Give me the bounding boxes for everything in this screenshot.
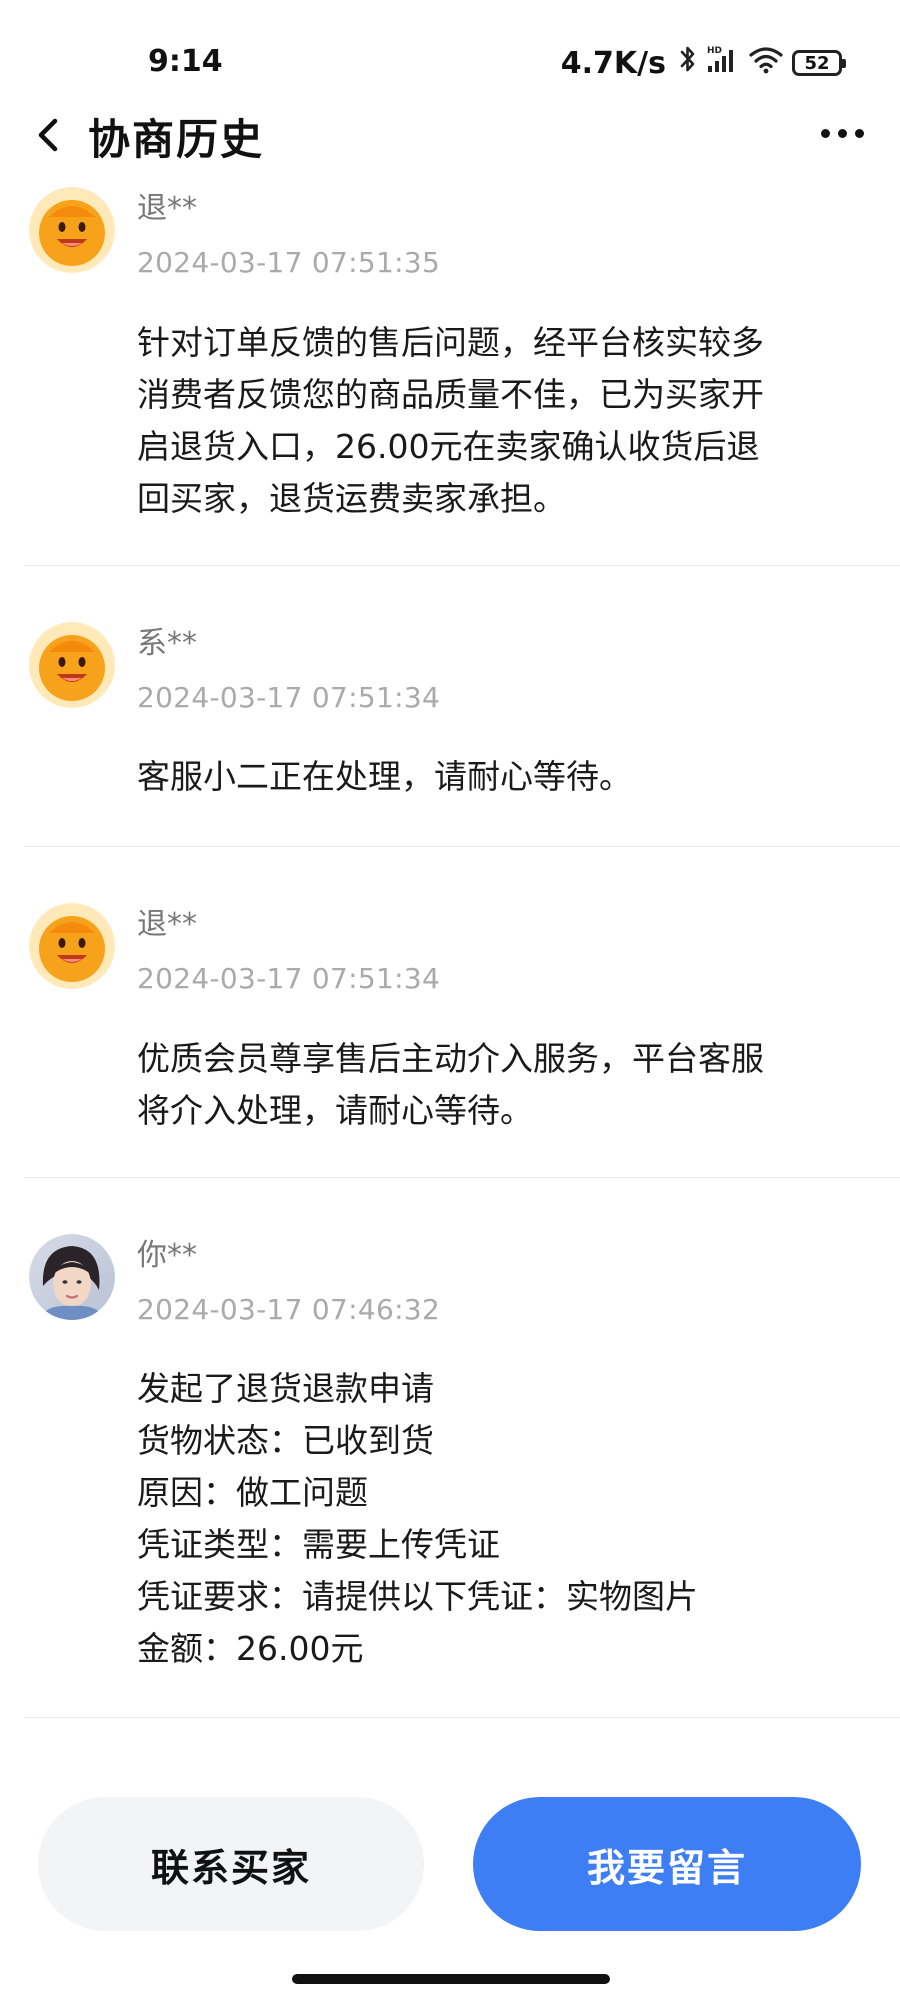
message-line: 启退货入口，26.00元在卖家确认收货后退	[137, 427, 760, 466]
divider	[24, 1177, 900, 1178]
message-line: 凭证要求：请提供以下凭证：实物图片	[137, 1577, 698, 1616]
divider	[24, 565, 900, 566]
back-button[interactable]	[30, 112, 74, 158]
timestamp: 2024-03-17 07:51:35	[137, 246, 441, 279]
net-speed: 4.7K/s	[560, 45, 666, 81]
contact-buyer-button[interactable]: 联系买家	[38, 1797, 424, 1931]
more-horizontal-icon	[820, 128, 830, 138]
leave-message-button[interactable]: 我要留言	[473, 1797, 861, 1931]
message-line: 金额：26.00元	[137, 1629, 364, 1668]
page-header: 协商历史	[0, 100, 900, 170]
avatar	[29, 622, 115, 708]
battery-level: 52	[804, 52, 830, 74]
avatar	[29, 1234, 115, 1320]
wifi-icon	[748, 44, 784, 82]
status-icons: 4.7K/s HD 52	[560, 44, 846, 82]
chevron-left-icon	[38, 118, 58, 152]
sender-name: 退**	[137, 191, 197, 226]
sender-name: 你**	[137, 1238, 197, 1273]
timestamp: 2024-03-17 07:46:32	[137, 1293, 441, 1326]
hd-signal-icon: HD	[706, 44, 740, 82]
message-text: 针对订单反馈的售后问题，经平台核实较多 消费者反馈您的商品质量不佳，已为买家开 …	[137, 317, 870, 525]
avatar	[29, 903, 115, 989]
message-text: 发起了退货退款申请 货物状态：已收到货 原因：做工问题 凭证类型：需要上传凭证 …	[137, 1363, 870, 1675]
bluetooth-icon	[678, 44, 698, 82]
divider	[24, 1717, 900, 1718]
svg-text:HD: HD	[707, 46, 722, 56]
timestamp: 2024-03-17 07:51:34	[137, 681, 441, 714]
sender-name: 退**	[137, 907, 197, 942]
orange-mascot-avatar-icon	[29, 622, 115, 708]
page-title: 协商历史	[88, 115, 265, 164]
orange-mascot-avatar-icon	[29, 187, 115, 273]
message-line: 发起了退货退款申请	[137, 1369, 434, 1408]
divider	[24, 846, 900, 847]
status-bar: 9:14 4.7K/s HD 52	[0, 0, 900, 110]
message-text: 客服小二正在处理，请耐心等待。	[137, 751, 870, 803]
message-text: 优质会员尊享售后主动介入服务，平台客服 将介入处理，请耐心等待。	[137, 1033, 870, 1137]
status-time: 9:14	[148, 44, 223, 79]
message-line: 客服小二正在处理，请耐心等待。	[137, 757, 632, 796]
message-line: 货物状态：已收到货	[137, 1421, 434, 1460]
more-button[interactable]	[814, 118, 870, 148]
timestamp: 2024-03-17 07:51:34	[137, 962, 441, 995]
message-line: 原因：做工问题	[137, 1473, 368, 1512]
message-line: 凭证类型：需要上传凭证	[137, 1525, 500, 1564]
message-line: 优质会员尊享售后主动介入服务，平台客服	[137, 1039, 764, 1078]
user-photo-avatar-icon	[29, 1234, 115, 1320]
home-indicator[interactable]	[292, 1974, 610, 1984]
message-line: 将介入处理，请耐心等待。	[137, 1091, 533, 1130]
orange-mascot-avatar-icon	[29, 903, 115, 989]
message-line: 消费者反馈您的商品质量不佳，已为买家开	[137, 375, 764, 414]
battery-icon: 52	[792, 50, 846, 76]
avatar	[29, 187, 115, 273]
sender-name: 系**	[137, 626, 197, 661]
message-line: 回买家，退货运费卖家承担。	[137, 479, 566, 518]
message-line: 针对订单反馈的售后问题，经平台核实较多	[137, 323, 764, 362]
